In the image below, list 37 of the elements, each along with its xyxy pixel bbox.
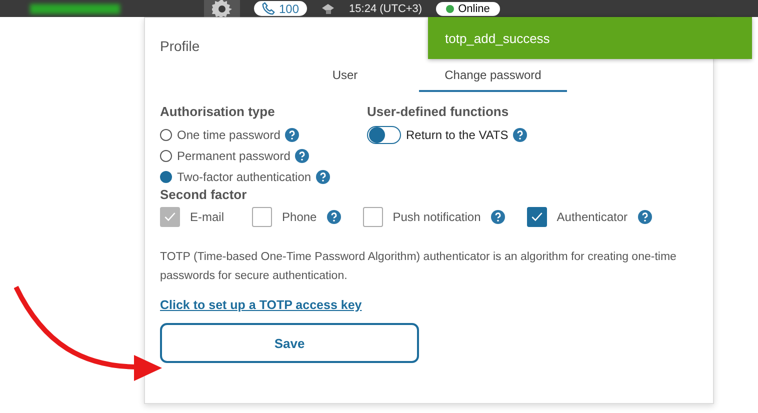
tab[interactable]: User <box>271 62 419 92</box>
checkbox[interactable] <box>526 207 547 227</box>
checkbox-label: Push notification <box>392 210 481 224</box>
radio-button[interactable] <box>160 170 172 182</box>
panel-title: Profile <box>160 38 200 54</box>
checkbox[interactable] <box>362 207 383 227</box>
checkbox-label: Authenticator <box>556 210 628 224</box>
toggle-label: Return to the VATS <box>406 128 508 142</box>
success-toast: totp_add_success <box>428 17 752 59</box>
help-icon[interactable] <box>316 170 330 184</box>
description-text: TOTP (Time-based One-Time Password Algorithm) authenticator is an algorithm for creating one-time passwords for secure authentication. <box>160 250 678 284</box>
option-label: One time password <box>177 128 280 142</box>
section-heading: Authorisation type <box>160 104 276 119</box>
checkbox[interactable] <box>252 207 272 227</box>
setup-key-link[interactable]: Click to set up a TOTP access key <box>160 298 362 312</box>
help-icon[interactable] <box>638 210 652 224</box>
status-dropdown[interactable]: Online <box>436 2 500 16</box>
radio-button[interactable] <box>160 150 172 162</box>
save-button[interactable]: Save <box>160 323 419 363</box>
time-text: 15:24 (UTC+3) <box>349 2 422 14</box>
help-icon[interactable] <box>490 210 505 224</box>
help-icon[interactable] <box>285 128 300 142</box>
option-label: Two-factor authentication <box>177 170 312 184</box>
settings-icon[interactable] <box>204 0 240 17</box>
section-heading: Second factor <box>160 187 248 202</box>
section-heading: User-defined functions <box>367 104 510 119</box>
help-icon[interactable] <box>326 210 341 224</box>
help-icon[interactable] <box>513 128 528 142</box>
toggle-switch[interactable] <box>367 126 401 144</box>
phone-count-badge[interactable]: 100 <box>254 1 308 16</box>
tab[interactable]: Change password <box>419 62 567 92</box>
option-label: Permanent password <box>177 148 290 162</box>
checkbox-label: Phone <box>282 210 317 224</box>
hat-icon[interactable] <box>321 2 336 14</box>
help-icon[interactable] <box>295 148 310 162</box>
checkbox-label: E-mail <box>190 210 224 224</box>
radio-button[interactable] <box>160 128 172 140</box>
